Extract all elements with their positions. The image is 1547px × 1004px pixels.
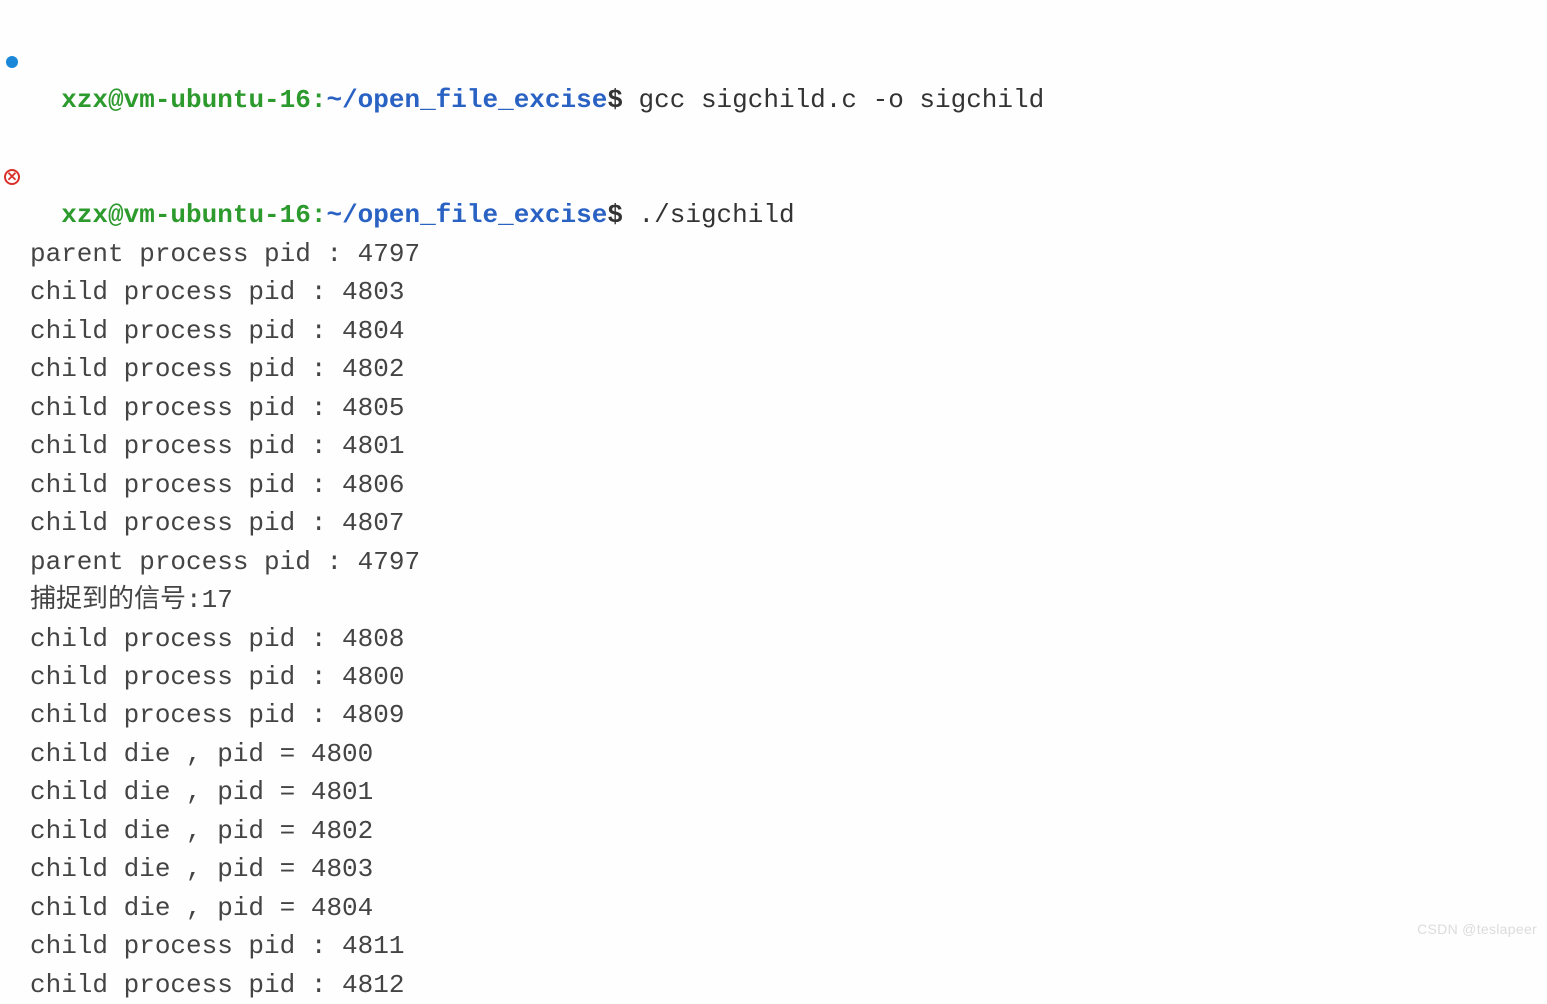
watermark-text: CSDN @teslapeer bbox=[1417, 919, 1537, 940]
terminal-output-line: parent process pid : 4797 bbox=[0, 543, 1547, 581]
terminal-output-line: child process pid : 4800 bbox=[0, 658, 1547, 696]
terminal-output-line: child die , pid = 4802 bbox=[0, 812, 1547, 850]
prompt-user-host: xzx@vm-ubuntu-16 bbox=[61, 200, 311, 230]
terminal-output-line: child die , pid = 4803 bbox=[0, 850, 1547, 888]
terminal-output-line: child process pid : 4812 bbox=[0, 966, 1547, 1004]
terminal-output-line: child process pid : 4804 bbox=[0, 312, 1547, 350]
terminal-output-line: parent process pid : 4797 bbox=[0, 235, 1547, 273]
prompt-colon: : bbox=[311, 85, 327, 115]
terminal-output-line: child die , pid = 4801 bbox=[0, 773, 1547, 811]
prompt-dollar: $ bbox=[607, 200, 623, 230]
command-text: ./sigchild bbox=[639, 200, 795, 230]
terminal-output-line: child process pid : 4802 bbox=[0, 350, 1547, 388]
terminal-output-line: child process pid : 4805 bbox=[0, 389, 1547, 427]
prompt-cwd: ~/open_file_excise bbox=[326, 85, 607, 115]
prompt-cwd: ~/open_file_excise bbox=[326, 200, 607, 230]
terminal-output-line: child die , pid = 4804 bbox=[0, 889, 1547, 927]
prompt-dollar: $ bbox=[607, 85, 623, 115]
terminal-output-line: child process pid : 4809 bbox=[0, 696, 1547, 734]
terminal-output-line: child die , pid = 4800 bbox=[0, 735, 1547, 773]
terminal-output-line: 捕捉到的信号:17 bbox=[0, 581, 1547, 619]
terminal-output-line: child process pid : 4801 bbox=[0, 427, 1547, 465]
bullet-blue-icon bbox=[2, 52, 22, 72]
terminal-output-line: child process pid : 4807 bbox=[0, 504, 1547, 542]
terminal-line-prompt-2: ✕ xzx@vm-ubuntu-16:~/open_file_excise$ .… bbox=[0, 119, 1547, 234]
terminal-output-line: child process pid : 4811 bbox=[0, 927, 1547, 965]
terminal-output-line: child process pid : 4803 bbox=[0, 273, 1547, 311]
error-circle-icon: ✕ bbox=[2, 167, 22, 187]
terminal-output-line: child process pid : 4806 bbox=[0, 466, 1547, 504]
command-text: gcc sigchild.c -o sigchild bbox=[639, 85, 1045, 115]
terminal-output-line: child process pid : 4808 bbox=[0, 620, 1547, 658]
prompt-colon: : bbox=[311, 200, 327, 230]
prompt-user-host: xzx@vm-ubuntu-16 bbox=[61, 85, 311, 115]
terminal-line-prompt-1: xzx@vm-ubuntu-16:~/open_file_excise$ gcc… bbox=[0, 4, 1547, 119]
